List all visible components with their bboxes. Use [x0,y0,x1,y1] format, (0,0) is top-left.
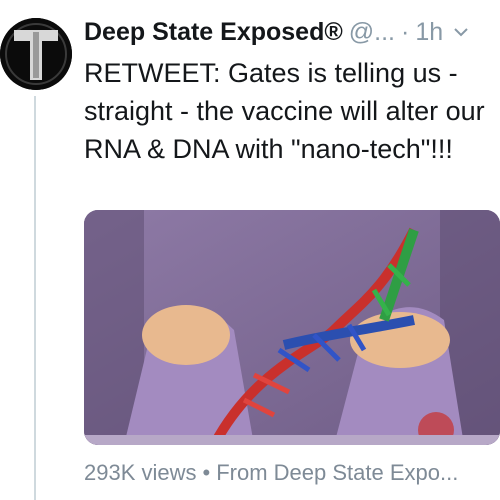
tweet-footer: 293K views • From Deep State Expo... [84,460,500,486]
chevron-down-icon[interactable] [453,24,469,40]
author-name[interactable]: Deep State Exposed® [84,19,343,45]
author-handle[interactable]: @... [349,19,395,45]
video-thumbnail[interactable] [84,210,500,445]
separator-dot: · [401,17,410,46]
timestamp[interactable]: 1h [415,19,443,45]
footer-separator: • [202,460,211,485]
tweet-text: RETWEET: Gates is telling us - straight … [84,58,485,164]
view-count: 293K views [84,460,197,485]
tweet-header: Deep State Exposed® @... · 1h [84,12,500,52]
video-frame [84,210,500,445]
source-link[interactable]: From Deep State Expo... [216,460,458,485]
thread-line [34,96,36,500]
avatar[interactable] [0,18,72,90]
avatar-logo-icon [0,18,72,90]
